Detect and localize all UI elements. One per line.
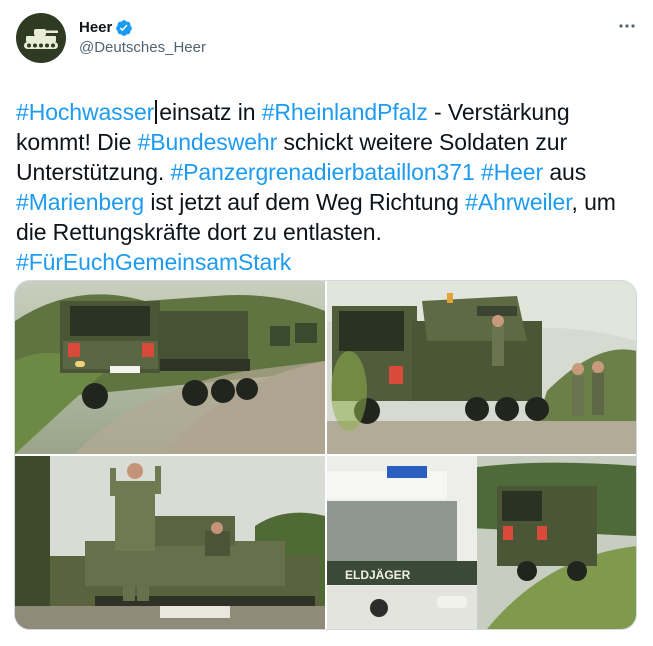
display-name[interactable]: Heer: [79, 18, 112, 38]
svg-text:ELDJÄGER: ELDJÄGER: [345, 567, 411, 582]
more-horizontal-icon: [619, 24, 635, 28]
hashtag-link[interactable]: #Hochwasser: [16, 99, 154, 125]
hashtag-link[interactable]: #RheinlandPfalz: [262, 99, 428, 125]
tweet-text-segment: aus: [543, 159, 587, 185]
media-grid: ELDJÄGER: [14, 280, 637, 630]
tweet-header: Heer @Deutsches_Heer: [16, 12, 637, 64]
more-options-button[interactable]: [615, 16, 639, 36]
photo-soldier-guiding-tank[interactable]: [15, 456, 325, 629]
tweet: Heer @Deutsches_Heer #Hochwasser einsatz …: [0, 0, 653, 646]
account-handle[interactable]: @Deutsches_Heer: [79, 38, 206, 58]
tweet-text: #Hochwasser einsatz in #RheinlandPfalz - …: [16, 97, 637, 277]
photo-tank-transporter[interactable]: [327, 281, 636, 454]
account-names: Heer @Deutsches_Heer: [79, 18, 206, 58]
photo-feldjaeger-van[interactable]: ELDJÄGER: [327, 456, 636, 629]
hashtag-link[interactable]: #FürEuchGemeinsamStark: [16, 249, 291, 275]
tweet-text-segment: einsatz in: [159, 99, 262, 125]
hashtag-link[interactable]: #Ahrweiler: [465, 189, 571, 215]
hashtag-link[interactable]: #Heer: [481, 159, 543, 185]
name-row: Heer: [79, 18, 206, 38]
hashtag-link[interactable]: #Bundeswehr: [138, 129, 278, 155]
verified-badge-icon: [115, 19, 133, 37]
tweet-text-segment: ist jetzt auf dem Weg Richtung: [144, 189, 466, 215]
hashtag-link[interactable]: #Panzergrenadierbataillon371: [170, 159, 474, 185]
photo-truck-convoy[interactable]: [15, 281, 325, 454]
avatar[interactable]: [16, 13, 66, 63]
text-cursor: [155, 100, 158, 124]
tank-icon: [19, 16, 63, 60]
hashtag-link[interactable]: #Marienberg: [16, 189, 144, 215]
